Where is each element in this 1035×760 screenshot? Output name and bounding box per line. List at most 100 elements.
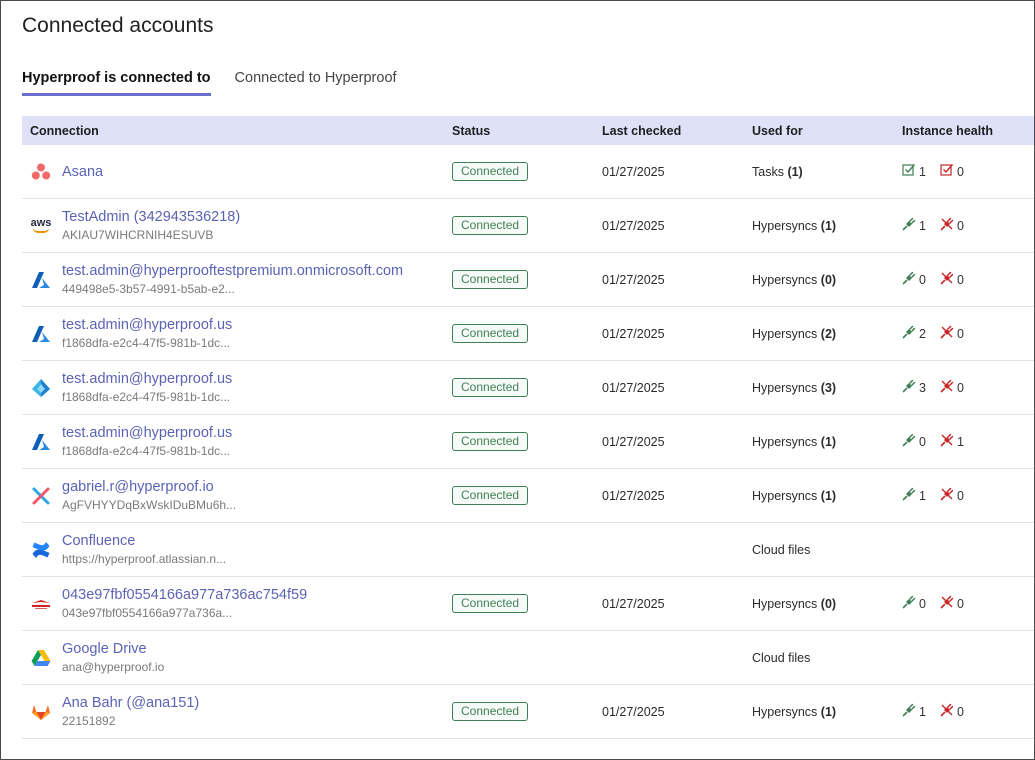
sync-ok-icon bbox=[902, 217, 916, 234]
health-error[interactable]: 0 bbox=[940, 379, 964, 396]
connection-cell: test.admin@hyperproof.us f1868dfa-e2c4-4… bbox=[22, 316, 452, 351]
table-row[interactable]: gabriel.r@hyperproof.io AgFVHYYDqBxWskID… bbox=[22, 469, 1034, 523]
health-cell: 0 0 bbox=[902, 595, 1034, 612]
connections-table: Connection Status Last checked Used for … bbox=[22, 116, 1034, 739]
connection-name-link[interactable]: test.admin@hyperproof.us bbox=[62, 316, 232, 334]
status-cell: Connected bbox=[452, 432, 602, 451]
azure-ad-icon bbox=[30, 377, 52, 399]
table-body: Asana Connected 01/27/2025 Tasks (1) 1 0… bbox=[22, 145, 1034, 739]
used-for-label: Hypersyncs bbox=[752, 218, 818, 233]
connection-name-link[interactable]: Ana Bahr (@ana151) bbox=[62, 694, 199, 712]
health-error[interactable]: 0 bbox=[940, 487, 964, 504]
connection-name-link[interactable]: test.admin@hyperproof.us bbox=[62, 424, 232, 442]
used-for-count: (2) bbox=[820, 326, 837, 341]
used-for-count: (1) bbox=[820, 704, 837, 719]
tab-connected-to-hyperproof[interactable]: Connected to Hyperproof bbox=[235, 69, 397, 96]
table-row[interactable]: Ana Bahr (@ana151) 22151892 Connected 01… bbox=[22, 685, 1034, 739]
health-ok[interactable]: 2 bbox=[902, 325, 926, 342]
table-row[interactable]: test.admin@hyperprooftestpremium.onmicro… bbox=[22, 253, 1034, 307]
sync-error-icon bbox=[940, 595, 954, 612]
health-ok[interactable]: 1 bbox=[902, 703, 926, 720]
health-cell: 0 0 bbox=[902, 271, 1034, 288]
used-for-cell: Hypersyncs (1) bbox=[752, 489, 902, 503]
table-row[interactable]: test.admin@hyperproof.us f1868dfa-e2c4-4… bbox=[22, 415, 1034, 469]
last-checked-cell: 01/27/2025 bbox=[602, 380, 665, 395]
health-ok[interactable]: 1 bbox=[902, 217, 926, 234]
connection-text: 043e97fbf0554166a977a736ac754f59 043e97f… bbox=[62, 586, 307, 621]
connection-cell: Google Drive ana@hyperproof.io bbox=[22, 640, 452, 675]
header-connection[interactable]: Connection bbox=[22, 124, 452, 138]
table-row[interactable]: aws TestAdmin (342943536218) AKIAU7WIHCR… bbox=[22, 199, 1034, 253]
status-badge: Connected bbox=[452, 594, 529, 613]
health-ok[interactable]: 0 bbox=[902, 595, 926, 612]
connection-text: test.admin@hyperproof.us f1868dfa-e2c4-4… bbox=[62, 424, 232, 459]
azure-icon bbox=[30, 269, 52, 291]
instance-health: 0 1 bbox=[902, 433, 1034, 450]
health-error[interactable]: 0 bbox=[940, 163, 964, 180]
table-row[interactable]: Confluence https://hyperproof.atlassian.… bbox=[22, 523, 1034, 577]
connection-subtitle: ana@hyperproof.io bbox=[62, 660, 165, 674]
table-row[interactable]: test.admin@hyperproof.us f1868dfa-e2c4-4… bbox=[22, 307, 1034, 361]
status-badge: Connected bbox=[452, 162, 529, 181]
table-row[interactable]: 043e97fbf0554166a977a736ac754f59 043e97f… bbox=[22, 577, 1034, 631]
health-ok[interactable]: 1 bbox=[902, 163, 926, 180]
used-for-label: Hypersyncs bbox=[752, 596, 818, 611]
used-for-count: (1) bbox=[820, 218, 837, 233]
health-cell: 2 0 bbox=[902, 325, 1034, 342]
connection-name-link[interactable]: 043e97fbf0554166a977a736ac754f59 bbox=[62, 586, 307, 604]
health-cell: 0 1 bbox=[902, 433, 1034, 450]
connection-name-link[interactable]: test.admin@hyperproof.us bbox=[62, 370, 232, 388]
health-error[interactable]: 1 bbox=[940, 433, 964, 450]
used-for-count: (1) bbox=[820, 434, 837, 449]
status-badge: Connected bbox=[452, 702, 529, 721]
connection-name-link[interactable]: gabriel.r@hyperproof.io bbox=[62, 478, 236, 496]
connection-text: test.admin@hyperproof.us f1868dfa-e2c4-4… bbox=[62, 370, 232, 405]
status-cell: Connected bbox=[452, 702, 602, 721]
sync-ok-icon bbox=[902, 433, 916, 450]
health-ok-count: 0 bbox=[919, 434, 926, 449]
connection-name-link[interactable]: test.admin@hyperprooftestpremium.onmicro… bbox=[62, 262, 403, 280]
connection-name-link[interactable]: TestAdmin (342943536218) bbox=[62, 208, 240, 226]
health-ok[interactable]: 1 bbox=[902, 487, 926, 504]
connection-subtitle: f1868dfa-e2c4-47f5-981b-1dc... bbox=[62, 390, 231, 404]
tab-hyperproof-is-connected-to[interactable]: Hyperproof is connected to bbox=[22, 69, 211, 96]
last-checked-cell: 01/27/2025 bbox=[602, 434, 665, 449]
table-row[interactable]: Asana Connected 01/27/2025 Tasks (1) 1 0 bbox=[22, 145, 1034, 199]
connection-subtitle: f1868dfa-e2c4-47f5-981b-1dc... bbox=[62, 336, 231, 350]
connection-name-link[interactable]: Confluence bbox=[62, 532, 226, 550]
red-brand-icon bbox=[30, 593, 52, 615]
last-checked-cell: 01/27/2025 bbox=[602, 218, 665, 233]
used-for-count: (0) bbox=[820, 272, 837, 287]
health-ok[interactable]: 0 bbox=[902, 433, 926, 450]
health-error[interactable]: 0 bbox=[940, 703, 964, 720]
health-error[interactable]: 0 bbox=[940, 271, 964, 288]
sync-ok-icon bbox=[902, 703, 916, 720]
health-error[interactable]: 0 bbox=[940, 325, 964, 342]
header-last-checked[interactable]: Last checked bbox=[602, 124, 752, 138]
connection-subtitle: AgFVHYYDqBxWskIDuBMu6h... bbox=[62, 498, 237, 512]
connection-cell: test.admin@hyperproof.us f1868dfa-e2c4-4… bbox=[22, 370, 452, 405]
health-ok[interactable]: 0 bbox=[902, 271, 926, 288]
health-error-count: 1 bbox=[956, 434, 964, 449]
connection-name-link[interactable]: Google Drive bbox=[62, 640, 164, 658]
header-instance-health[interactable]: Instance health bbox=[902, 124, 1034, 138]
status-badge: Connected bbox=[452, 270, 529, 289]
connection-subtitle: 043e97fbf0554166a977a736a... bbox=[62, 606, 233, 620]
asana-icon bbox=[30, 161, 52, 183]
health-cell: 1 0 bbox=[902, 217, 1034, 234]
header-status[interactable]: Status bbox=[452, 124, 602, 138]
last-checked-cell: 01/27/2025 bbox=[602, 704, 665, 719]
sync-error-icon bbox=[940, 433, 954, 450]
used-for-cell: Hypersyncs (2) bbox=[752, 327, 902, 341]
health-error[interactable]: 0 bbox=[940, 595, 964, 612]
table-row[interactable]: Google Drive ana@hyperproof.io Cloud fil… bbox=[22, 631, 1034, 685]
health-error-count: 0 bbox=[956, 326, 964, 341]
health-error[interactable]: 0 bbox=[940, 217, 964, 234]
header-used-for[interactable]: Used for bbox=[752, 124, 902, 138]
table-row[interactable]: test.admin@hyperproof.us f1868dfa-e2c4-4… bbox=[22, 361, 1034, 415]
status-badge: Connected bbox=[452, 486, 529, 505]
connection-subtitle: 449498e5-3b57-4991-b5ab-e2... bbox=[62, 282, 235, 296]
connection-name-link[interactable]: Asana bbox=[62, 163, 103, 181]
health-ok[interactable]: 3 bbox=[902, 379, 926, 396]
status-badge: Connected bbox=[452, 324, 529, 343]
